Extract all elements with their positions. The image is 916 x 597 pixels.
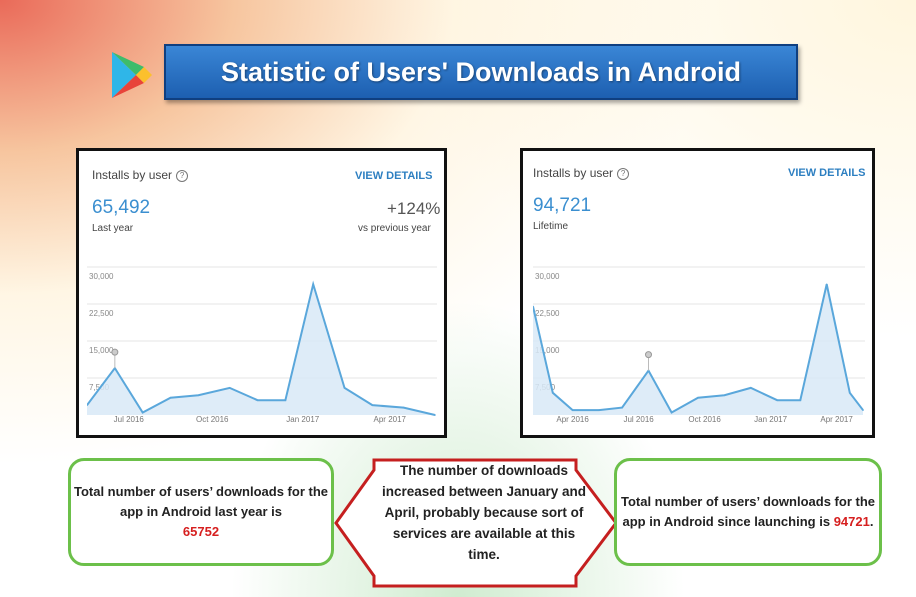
data-point	[402, 406, 405, 409]
x-tick-label: Apr 2016	[556, 415, 589, 424]
left-change-caption: vs previous year	[358, 223, 431, 234]
data-point	[256, 399, 259, 401]
x-tick-label: Oct 2016	[688, 415, 721, 424]
data-point	[343, 387, 346, 389]
right-view-details-link[interactable]: VIEW DETAILS	[788, 167, 865, 179]
left-callout-text: Total number of users’ downloads for the…	[73, 484, 328, 519]
data-point	[621, 406, 623, 409]
x-tick-label: Jan 2017	[286, 415, 319, 424]
left-area-chart: 30,00022,50015,0007,500Jul 2016 Oct 2016 J…	[87, 266, 437, 424]
data-point	[849, 392, 851, 394]
data-point	[862, 409, 864, 411]
right-value: 94,721	[533, 195, 592, 216]
page-title: Statistic of Users' Downloads in Android	[164, 44, 798, 100]
data-point	[312, 283, 314, 286]
left-callout-number: 65752	[182, 524, 220, 539]
left-value: 65,492	[92, 197, 151, 218]
right-heading: Installs by user	[533, 166, 614, 180]
right-heading-row: Installs by user?	[533, 166, 630, 180]
data-point	[371, 404, 374, 406]
data-point	[197, 394, 200, 397]
left-callout: Total number of users’ downloads for the…	[68, 458, 334, 566]
data-point	[169, 396, 172, 399]
x-tick-label: Jan 2017	[754, 415, 787, 424]
google-play-icon	[112, 52, 152, 98]
data-point	[750, 387, 752, 389]
right-area-chart: 30,00022,50015,0007,500Apr 2016Jul 2016O…	[533, 266, 865, 424]
data-point	[571, 409, 574, 411]
data-point	[141, 411, 144, 414]
help-icon[interactable]: ?	[617, 167, 630, 180]
y-tick-label: 30,000	[89, 272, 114, 281]
right-callout-suffix: .	[869, 514, 874, 529]
right-value-caption: Lifetime	[533, 221, 569, 232]
left-value-caption: Last year	[92, 223, 134, 234]
left-heading-row: Installs by user?	[92, 168, 189, 182]
data-point	[825, 283, 828, 286]
y-tick-label: 15,000	[89, 346, 114, 355]
data-point	[552, 392, 554, 394]
right-callout: Total number of users’ downloads for the…	[614, 458, 882, 566]
left-chart-panel: Installs by user? VIEW DETAILS 65,492 La…	[76, 148, 447, 438]
middle-callout-text: The number of downloads increased betwee…	[381, 463, 587, 562]
data-point	[723, 394, 726, 397]
right-callout-number: 94721	[833, 514, 870, 529]
data-point	[228, 387, 231, 389]
data-point	[670, 411, 673, 414]
data-point	[284, 399, 287, 401]
right-chart-panel: Installs by user? VIEW DETAILS 94,721 Li…	[520, 148, 875, 438]
y-tick-label: 30,000	[535, 272, 560, 281]
x-tick-label: Oct 2016	[196, 415, 229, 424]
left-heading: Installs by user	[92, 168, 173, 182]
data-point	[776, 399, 778, 401]
left-change: +124%	[387, 199, 441, 218]
data-point	[697, 396, 699, 399]
x-tick-label: Apr 2017	[374, 415, 407, 424]
x-tick-label: Jul 2016	[623, 415, 654, 424]
data-point	[434, 414, 436, 416]
data-point	[799, 399, 802, 401]
marker-dot	[645, 351, 652, 359]
marker-dot	[111, 348, 119, 356]
left-view-details-link[interactable]: VIEW DETAILS	[355, 170, 432, 182]
x-tick-label: Jul 2016	[114, 415, 145, 424]
x-tick-label: Apr 2017	[820, 415, 853, 424]
help-icon[interactable]: ?	[176, 169, 189, 182]
data-point	[598, 409, 600, 411]
y-tick-label: 22,500	[89, 309, 114, 318]
y-tick-label: 22,500	[535, 309, 560, 318]
